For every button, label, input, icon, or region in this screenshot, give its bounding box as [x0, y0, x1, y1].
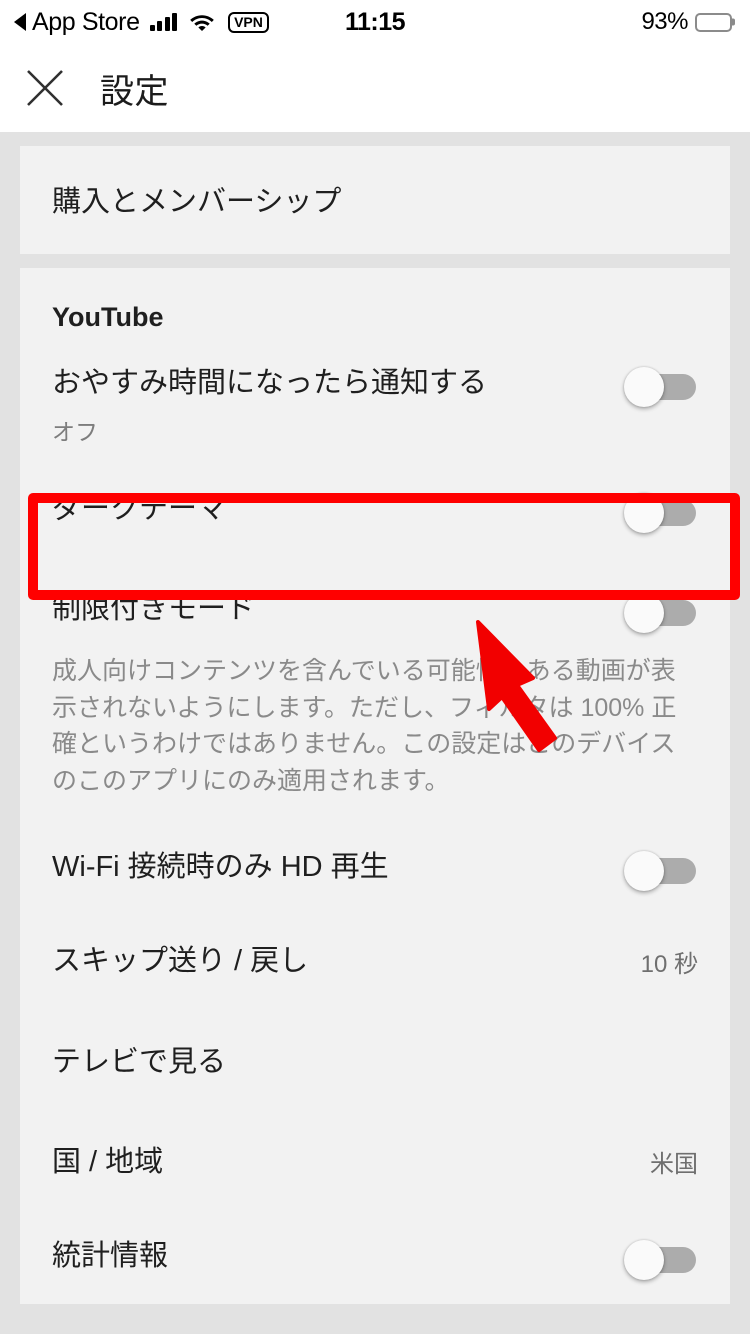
- row-label: Wi-Fi 接続時のみ HD 再生: [52, 851, 389, 884]
- row-label: 購入とメンバーシップ: [52, 186, 342, 218]
- row-restricted-mode[interactable]: 制限付きモード: [20, 565, 730, 637]
- row-label: ダークテーマ: [52, 493, 227, 526]
- card-purchases[interactable]: 購入とメンバーシップ: [20, 146, 730, 254]
- wifi-icon: [189, 13, 215, 32]
- row-label: おやすみ時間になったら通知する: [52, 367, 488, 399]
- row-text-block: スキップ送り / 戻し: [52, 943, 641, 979]
- back-app-label[interactable]: App Store: [32, 9, 140, 35]
- row-text-block: 制限付きモード: [52, 591, 624, 627]
- row-text-block: 統計情報: [52, 1238, 624, 1274]
- row-text-block: ダークテーマ: [52, 491, 624, 527]
- toggle-thumb: [624, 367, 664, 407]
- row-hd-wifi-only[interactable]: Wi-Fi 接続時のみ HD 再生: [20, 827, 730, 911]
- status-bar: App Store VPN 11:15 93%: [0, 0, 750, 44]
- back-triangle-icon[interactable]: [14, 13, 26, 31]
- close-icon[interactable]: [24, 67, 66, 109]
- vpn-badge: VPN: [228, 11, 269, 33]
- toggle-stats-for-nerds[interactable]: [624, 1240, 696, 1280]
- settings-scroll-area[interactable]: 購入とメンバーシップ YouTube おやすみ時間になったら通知する オフ ダー…: [0, 132, 750, 1334]
- section-header-youtube: YouTube: [52, 302, 164, 332]
- row-skip-interval[interactable]: スキップ送り / 戻し 10 秒: [20, 911, 730, 1011]
- row-label: 統計情報: [52, 1240, 169, 1272]
- toggle-thumb: [624, 1240, 664, 1280]
- row-text-block: Wi-Fi 接続時のみ HD 再生: [52, 849, 624, 885]
- card-youtube: YouTube おやすみ時間になったら通知する オフ ダークテーマ 制限付きモー…: [20, 268, 730, 1304]
- toggle-bedtime-reminder[interactable]: [624, 367, 696, 407]
- cellular-signal-icon: [149, 13, 178, 31]
- toggle-thumb: [624, 851, 664, 892]
- row-value-country-region: 米国: [650, 1151, 698, 1179]
- status-bar-right: 93%: [641, 8, 732, 36]
- toggle-thumb: [624, 593, 664, 634]
- toggle-thumb: [624, 493, 664, 534]
- row-value-skip-interval: 10 秒: [640, 950, 698, 978]
- row-label: 国 / 地域: [52, 1145, 164, 1178]
- row-watch-on-tv[interactable]: テレビで見る: [20, 1012, 730, 1112]
- row-label: テレビで見る: [52, 1045, 227, 1078]
- toggle-hd-wifi-only[interactable]: [624, 851, 696, 892]
- row-text-block: 国 / 地域: [52, 1144, 650, 1180]
- restricted-mode-description: 成人向けコンテンツを含んでいる可能性のある動画が表示されないようにします。ただし…: [52, 657, 677, 795]
- row-dark-theme[interactable]: ダークテーマ: [20, 457, 730, 565]
- page-title: 設定: [100, 72, 169, 111]
- row-text-block: おやすみ時間になったら通知する オフ: [52, 365, 624, 447]
- row-text-block: テレビで見る: [52, 1044, 702, 1080]
- toggle-restricted-mode[interactable]: [624, 593, 696, 634]
- battery-icon: [695, 12, 732, 32]
- status-bar-left: App Store VPN: [14, 9, 269, 35]
- toggle-dark-theme[interactable]: [624, 493, 696, 534]
- row-country-region[interactable]: 国 / 地域 米国: [20, 1112, 730, 1212]
- app-header: 設定: [0, 44, 750, 132]
- row-bedtime-reminder[interactable]: おやすみ時間になったら通知する オフ: [20, 339, 730, 457]
- row-label: 制限付きモード: [52, 593, 256, 626]
- row-sublabel: オフ: [52, 419, 98, 446]
- row-stats-for-nerds[interactable]: 統計情報: [20, 1212, 730, 1304]
- row-label: スキップ送り / 戻し: [52, 945, 309, 978]
- battery-percent-label: 93%: [641, 8, 688, 35]
- row-purchases-memberships[interactable]: 購入とメンバーシップ: [20, 146, 730, 254]
